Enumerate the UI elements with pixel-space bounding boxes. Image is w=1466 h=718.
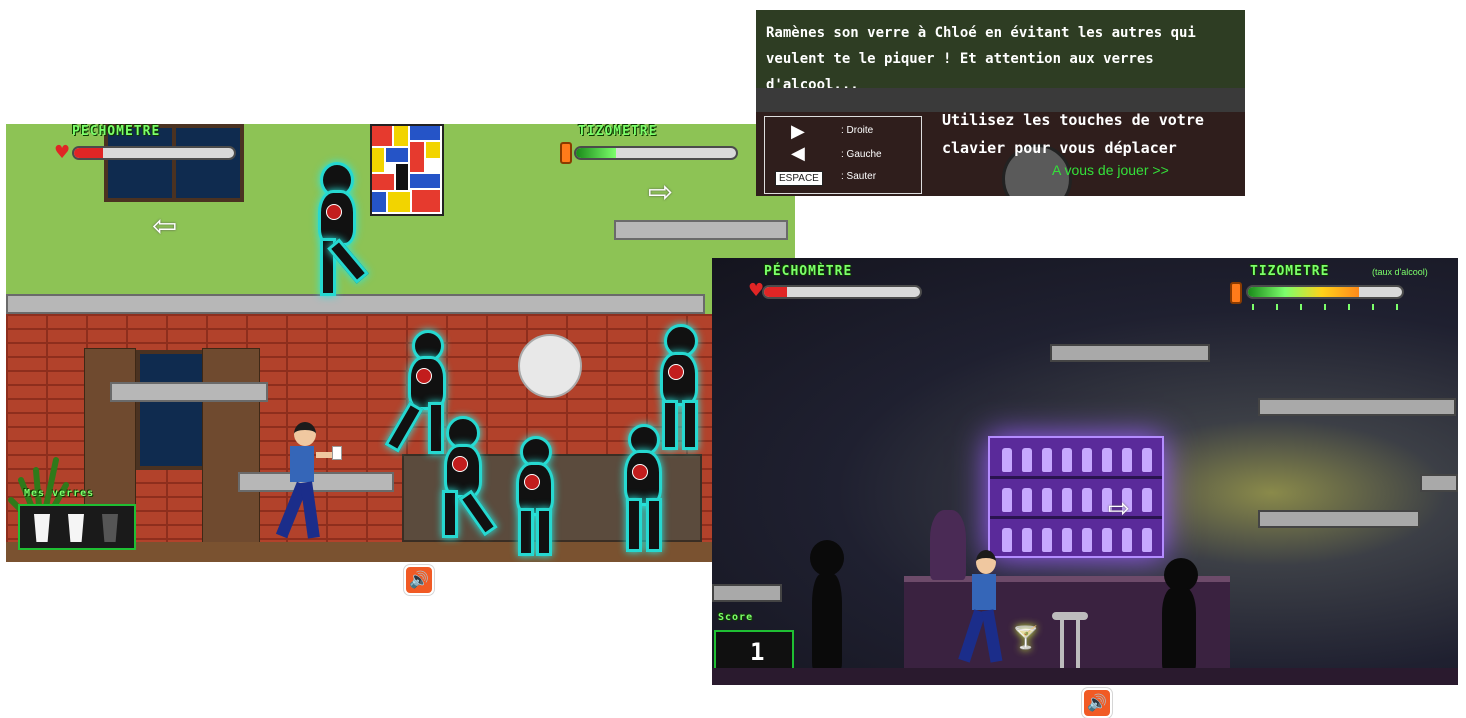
platform [614,220,788,240]
instructions-panel: Ramènes son verre à Chloé en évitant les… [756,10,1245,196]
window [136,350,206,470]
platform [1258,510,1420,528]
dancer-silhouette [500,436,570,556]
arrow-left-key-icon: ◀ [791,143,805,164]
play-link[interactable]: A vous de jouer >> [1052,162,1169,178]
pechometre-fill [74,148,103,158]
curtain-right [202,348,260,544]
floor [712,668,1458,685]
dancer-silhouette [810,540,844,576]
platform [110,382,268,402]
controls-title: Utilisez les touches de votre clavier po… [942,111,1204,157]
dancer-silhouette [426,416,500,538]
disco-ball [518,334,582,398]
arrow-right-icon: ⇨ [1108,494,1130,524]
speaker-icon: 🔊 [409,570,429,589]
sound-button[interactable]: 🔊 [1082,688,1112,718]
score-label: Score [718,612,754,623]
player-character [264,420,344,550]
right-game-screen[interactable]: PÉCHOMÈTRE ♥ TIZOMETRE (taux d'alcool) ⇨ [712,258,1458,685]
pechometre-fill [764,287,788,297]
player-character [956,548,1016,668]
tizometre-ticks [1252,304,1402,310]
cocktail-icon: 🍸 [1012,626,1040,651]
sound-button[interactable]: 🔊 [404,565,434,595]
tizometre-label: TIZOMETRE [578,124,658,139]
bar-stool [1052,612,1088,672]
left-game-screen[interactable]: PÉCHOMETRE ♥ TIZOMETRE ⇦ ⇨ ⇧ [6,124,795,562]
tizometre-label: TIZOMETRE [1250,264,1330,279]
bottle-icon [1230,282,1242,304]
dancer-silhouette-body [812,574,842,672]
space-key: ESPACE [775,171,823,186]
mission-text: Ramènes son verre à Chloé en évitant les… [766,25,1196,93]
pechometre-bar [762,285,922,299]
cups-label: Mes verres [24,488,95,499]
dancer-silhouette [1164,558,1198,592]
tizometre-bar [574,146,738,160]
cups-hud [18,504,136,550]
key-jump-label: : Sauter [841,171,877,182]
bottle-icon [560,142,572,164]
dancer-silhouette [296,158,376,296]
platform [712,584,782,602]
heart-icon: ♥ [54,142,71,163]
pechometre-bar [72,146,236,160]
cup-icon [68,514,84,542]
pechometre-label: PÉCHOMETRE [72,124,161,139]
dancer-silhouette [642,324,714,450]
arrow-right-key-icon: ▶ [791,121,805,142]
tizometre-fill [576,148,616,158]
tizometre-note: (taux d'alcool) [1372,267,1428,277]
platform [1050,344,1210,362]
speaker-icon: 🔊 [1087,693,1107,712]
platform [1258,398,1456,416]
cup-empty-icon [102,514,118,542]
arrow-left-icon: ⇦ [152,209,178,244]
cup-icon [34,514,50,542]
tizometre-bar [1246,285,1404,299]
keys-box: ▶ : Droite ◀ : Gauche ESPACE : Sauter [764,116,922,194]
dancer-silhouette-body [1162,588,1196,672]
key-right-label: : Droite [841,125,874,136]
arrow-right-icon: ⇨ [648,175,674,210]
platform [1420,474,1458,492]
key-left-label: : Gauche [841,149,882,160]
tizometre-fill [1248,287,1359,297]
bottle-shelf [988,436,1164,558]
floor-ledge [6,294,705,314]
mondrian-painting [370,124,444,216]
pechometre-label: PÉCHOMÈTRE [764,264,853,279]
